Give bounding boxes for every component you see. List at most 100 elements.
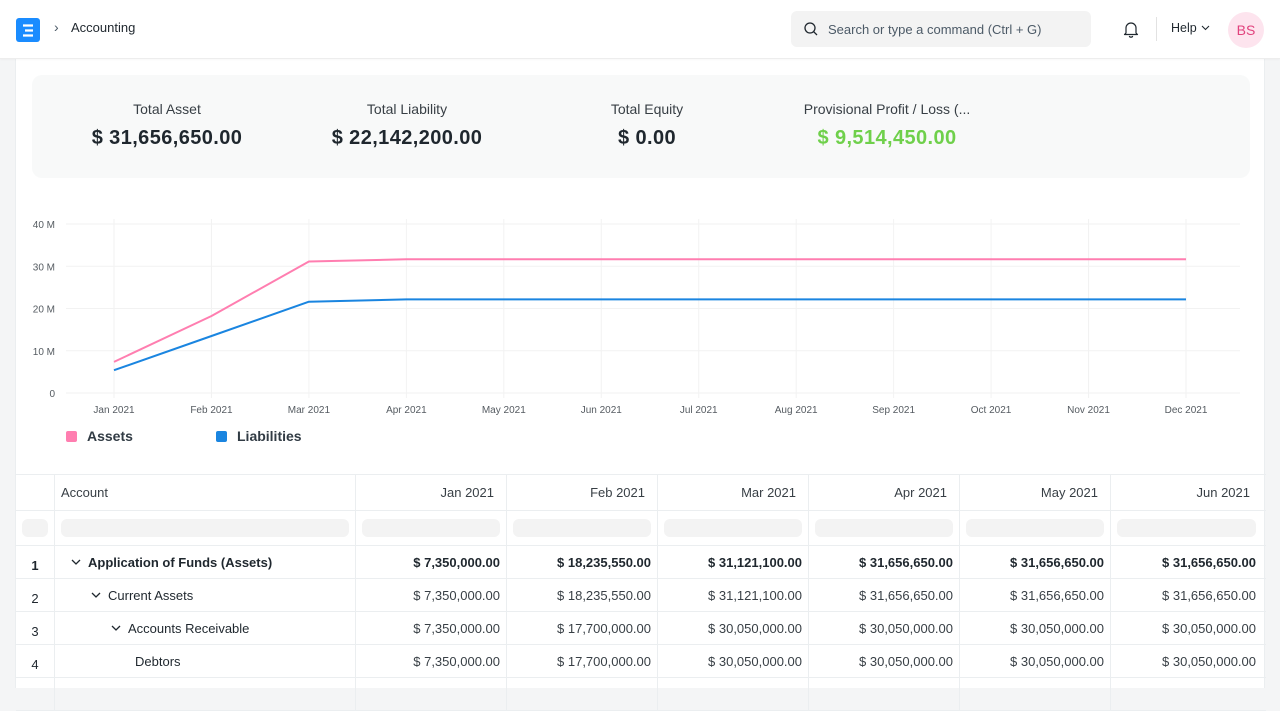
breadcrumb-chevron-icon: ›: [54, 19, 59, 35]
account-cell[interactable]: Debtors: [55, 645, 356, 677]
column-header-month[interactable]: May 2021: [960, 475, 1111, 510]
table-row[interactable]: 2 Current Assets $ 7,350,000.00 $ 18,235,55…: [16, 579, 1266, 612]
help-dropdown[interactable]: Help: [1171, 21, 1210, 35]
y-tick-label: 40 M: [33, 220, 55, 231]
legend-item-liabilities[interactable]: Liabilities: [216, 428, 366, 444]
amount-cell: $ 31,656,650.00: [809, 579, 960, 611]
account-name: Accounts Receivable: [128, 620, 250, 636]
row-index-header: [16, 475, 55, 510]
amount-cell: $ 30,050,000.00: [809, 612, 960, 644]
amount-cell: $ 31,656,650.00: [1162, 587, 1256, 603]
filter-input-month[interactable]: [815, 519, 953, 537]
summary-card: Total Asset $ 31,656,650.00 Total Liabil…: [32, 75, 1250, 178]
account-name: Debtors: [135, 653, 181, 669]
column-header-month[interactable]: Apr 2021: [809, 475, 960, 510]
column-header-account[interactable]: Account: [55, 475, 356, 510]
filter-input-account[interactable]: [61, 519, 349, 537]
filter-input-month[interactable]: [1117, 519, 1256, 537]
filter-input-month[interactable]: [664, 519, 802, 537]
table-row[interactable]: 1 Application of Funds (Assets) $ 7,350,00…: [16, 546, 1266, 579]
avatar[interactable]: BS: [1228, 12, 1264, 48]
table-row[interactable]: 3 Accounts Receivable $ 7,350,000.00 $ 17,7…: [16, 612, 1266, 645]
amount-cell: $ 7,350,000.00: [356, 546, 507, 578]
amount-cell: $ 7,350,000.00: [356, 579, 507, 611]
filter-cell: [55, 511, 356, 545]
amount-cell: $ 31,656,650.00: [960, 579, 1111, 611]
amount-cell: $ 30,050,000.00: [809, 645, 960, 677]
y-tick-label: 0: [49, 389, 55, 400]
table-row[interactable]: [16, 678, 1266, 711]
filter-input-month[interactable]: [513, 519, 651, 537]
stat-label: Total Equity: [610, 101, 684, 117]
amount-cell: $ 7,350,000.00: [356, 612, 507, 644]
line-chart-svg: 0 10 M 20 M 30 M 40 M Jan 2021 Feb 2021 Mar 202…: [33, 219, 1240, 416]
stat-total-asset: Total Asset $ 31,656,650.00: [47, 101, 287, 150]
y-tick-label: 20 M: [33, 305, 55, 316]
x-tick-label: Mar 2021: [288, 405, 331, 416]
amount-cell: [658, 678, 809, 710]
legend-item-assets[interactable]: Assets: [66, 428, 216, 444]
filter-input-index[interactable]: [22, 519, 48, 537]
chevron-down-icon[interactable]: [69, 557, 83, 568]
bell-icon[interactable]: [1121, 19, 1141, 39]
row-index: 1: [16, 546, 55, 578]
row-index: 2: [16, 579, 55, 611]
account-name: Current Assets: [108, 587, 194, 603]
stat-value: $ 31,656,650.00: [91, 127, 243, 149]
filter-cell: [356, 511, 507, 545]
table-filter-row: [16, 511, 1266, 546]
x-tick-label: Jul 2021: [680, 405, 718, 416]
filter-input-month[interactable]: [966, 519, 1104, 537]
account-cell[interactable]: Application of Funds (Assets): [55, 546, 356, 578]
amount-cell: $ 31,121,100.00: [658, 579, 809, 611]
filter-input-month[interactable]: [362, 519, 500, 537]
column-header-month[interactable]: Feb 2021: [507, 475, 658, 510]
x-tick-label: Jun 2021: [581, 405, 623, 416]
x-tick-label: Jan 2021: [93, 405, 135, 416]
legend-swatch-liabilities: [216, 430, 227, 442]
x-tick-label: Oct 2021: [971, 405, 1012, 416]
breadcrumb-accounting[interactable]: Accounting: [71, 20, 135, 35]
column-header-month[interactable]: Jun 2021: [1111, 475, 1262, 510]
y-tick-label: 30 M: [33, 262, 55, 273]
x-tick-label: Feb 2021: [190, 405, 233, 416]
amount-cell: [507, 678, 658, 710]
amount-cell: $ 18,235,550.00: [507, 546, 658, 578]
y-tick-label: 10 M: [33, 347, 55, 358]
chevron-down-icon[interactable]: [109, 623, 123, 634]
amount-cell: $ 31,656,650.00: [809, 546, 960, 578]
column-header-month[interactable]: Mar 2021: [658, 475, 809, 510]
chevron-down-icon: [1201, 25, 1210, 31]
account-cell[interactable]: [55, 678, 356, 710]
stat-label: Total Asset: [133, 101, 201, 117]
amount-cell: $ 30,050,000.00: [658, 612, 809, 644]
search-input[interactable]: [828, 21, 1078, 37]
row-index: [16, 678, 55, 710]
chevron-down-icon[interactable]: [89, 590, 103, 601]
column-header-month[interactable]: Jan 2021: [356, 475, 507, 510]
app-logo-icon[interactable]: [16, 18, 40, 42]
table-body: 1 Application of Funds (Assets) $ 7,350,00…: [16, 546, 1266, 711]
report-table: Account Jan 2021 Feb 2021 Mar 2021 Apr 2…: [16, 474, 1266, 711]
series-line-assets: [113, 258, 1186, 363]
amount-cell: $ 17,700,000.00: [507, 612, 658, 644]
account-cell[interactable]: Accounts Receivable: [55, 612, 356, 644]
chart-legend: Assets Liabilities: [66, 428, 366, 444]
table-row[interactable]: 4 Debtors $ 7,350,000.00 $ 17,700,000.00 $ 3…: [16, 645, 1266, 678]
amount-cell: $ 30,050,000.00: [960, 645, 1111, 677]
table-header-row: Account Jan 2021 Feb 2021 Mar 2021 Apr 2…: [16, 475, 1266, 511]
x-tick-label: Aug 2021: [775, 405, 818, 416]
series-line-liabilities: [113, 298, 1186, 372]
account-cell[interactable]: Current Assets: [55, 579, 356, 611]
amount-cell: $ 7,350,000.00: [356, 645, 507, 677]
amount-cell: $ 17,700,000.00: [507, 645, 658, 677]
filter-cell: [809, 511, 960, 545]
row-index: 4: [16, 645, 55, 677]
help-label: Help: [1171, 21, 1197, 35]
stat-label: Total Liability: [366, 101, 448, 117]
search-bar[interactable]: [791, 11, 1091, 47]
x-tick-label: Nov 2021: [1067, 405, 1110, 416]
amount-cell: $ 18,235,550.00: [507, 579, 658, 611]
x-tick-label: Dec 2021: [1165, 405, 1208, 416]
amount-cell: $ 30,050,000.00: [1162, 620, 1256, 636]
